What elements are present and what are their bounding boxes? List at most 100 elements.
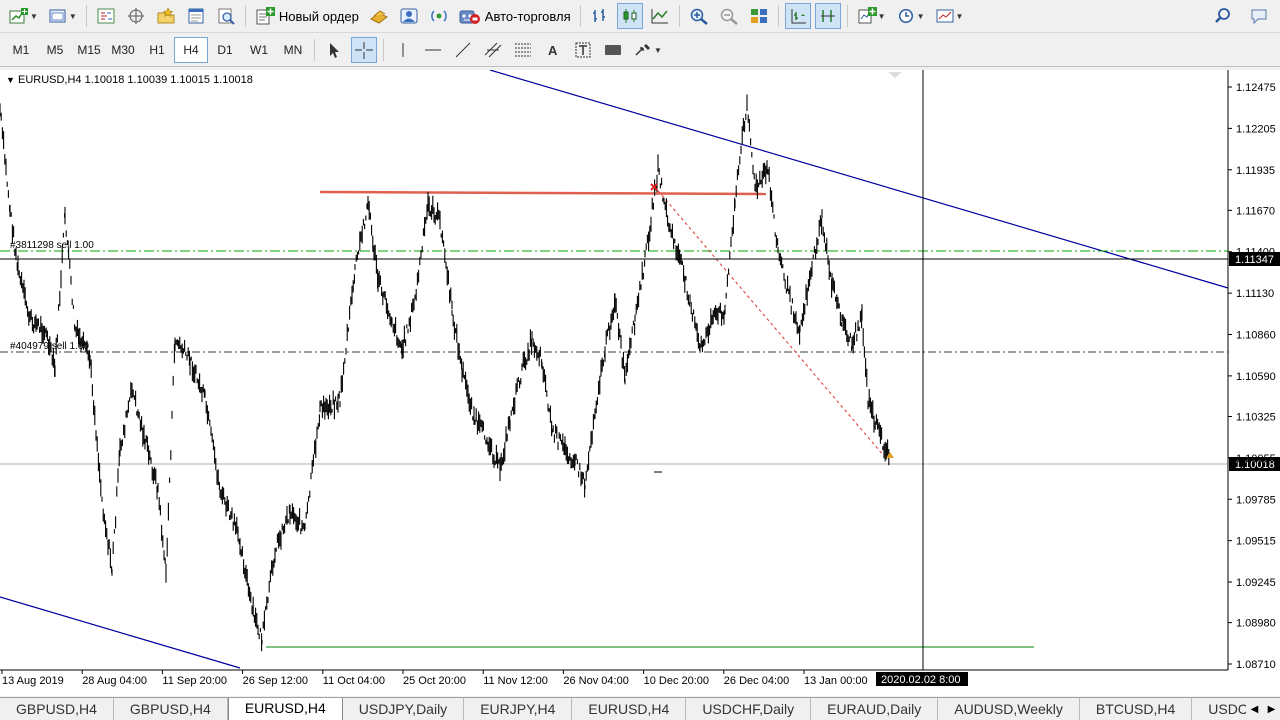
timeframe-h4[interactable]: H4	[174, 37, 208, 63]
channel-tool-button[interactable]	[480, 37, 506, 63]
market-watch-button[interactable]	[93, 3, 119, 29]
price-tick-label: 1.10325	[1236, 411, 1276, 423]
horizontal-line-icon	[425, 49, 441, 51]
chart-shift-button[interactable]	[814, 3, 841, 29]
time-tick-label: 26 Dec 04:00	[724, 675, 789, 687]
vertical-line-icon	[402, 43, 404, 57]
toolbar-separator	[777, 5, 779, 27]
toolbar-separator	[678, 5, 680, 27]
chevron-down-icon: ▼	[916, 11, 925, 21]
auto-scroll-button[interactable]	[784, 3, 811, 29]
text-label-tool-button[interactable]	[570, 37, 596, 63]
fibonacci-tool-button[interactable]	[510, 37, 536, 63]
chart-tab[interactable]: EURJPY,H4	[464, 698, 573, 720]
community-button[interactable]	[396, 3, 422, 29]
timeframe-w1[interactable]: W1	[242, 37, 276, 63]
chart-tab[interactable]: BTCUSD,H4	[1080, 698, 1193, 720]
price-tick-label: 1.12475	[1236, 82, 1276, 94]
arrow-label-tool-button[interactable]	[600, 37, 626, 63]
scroll-left-icon[interactable]: ◀	[1251, 704, 1259, 715]
signal-broadcast-icon	[430, 10, 447, 22]
tab-scroll-buttons[interactable]: ◀ ▶	[1246, 698, 1280, 720]
chart-tab[interactable]: USDJPY,Daily	[343, 698, 465, 720]
scroll-right-icon[interactable]: ▶	[1268, 704, 1276, 715]
price-tick-label: 1.09245	[1236, 577, 1276, 589]
price-tick-label: 1.08980	[1236, 618, 1276, 630]
toolbar-separator	[85, 5, 87, 27]
toolbar-separator	[383, 39, 384, 61]
time-tick-label: 10 Dec 20:00	[644, 675, 709, 687]
chart-tab[interactable]: GBPUSD,H4	[0, 698, 114, 720]
bar-chart-button[interactable]	[587, 3, 613, 29]
navigator-button[interactable]	[153, 3, 179, 29]
templates-button[interactable]: ▼	[932, 3, 967, 29]
collapse-triangle-icon[interactable]: ▼	[6, 75, 15, 85]
chart-tab[interactable]: EURUSD,H4	[572, 698, 687, 720]
chart-background	[0, 70, 1280, 696]
auto-trading-button[interactable]: Авто-торговля	[456, 3, 574, 29]
chart-window[interactable]: #3811298 sell 1.00 #404979 sell 1.00 1.11…	[0, 70, 1280, 696]
data-window-button[interactable]	[123, 3, 149, 29]
timeframe-mn[interactable]: MN	[276, 37, 310, 63]
chart-tab[interactable]: GBPUSD,H4	[114, 698, 228, 720]
rectangle-label-icon	[605, 45, 621, 55]
periods-button[interactable]: ▼	[893, 3, 928, 29]
text-label-icon	[575, 42, 591, 58]
chart-tabs: GBPUSD,H4 GBPUSD,H4 EURUSD,H4 USDJPY,Daily E…	[0, 697, 1280, 720]
chart-tab[interactable]: EURUSD,H4	[227, 698, 343, 720]
strategy-tester-button[interactable]	[213, 3, 239, 29]
metaeditor-button[interactable]	[366, 3, 392, 29]
search-button[interactable]	[1210, 3, 1236, 29]
chart-tab[interactable]: USDCHF,Daily	[686, 698, 812, 720]
chevron-down-icon: ▼	[654, 45, 662, 55]
zoom-out-icon	[720, 8, 738, 25]
timeframe-m30[interactable]: M30	[106, 37, 140, 63]
timeframe-m1[interactable]: M1	[4, 37, 38, 63]
trendline-tool-button[interactable]	[450, 37, 476, 63]
price-tick-label: 1.11670	[1236, 205, 1275, 217]
price-tick-label: 1.12205	[1236, 123, 1276, 135]
profiles-button[interactable]: ▼	[45, 3, 80, 29]
fibonacci-icon	[515, 43, 531, 57]
time-tick-label: 11 Oct 04:00	[323, 675, 385, 687]
time-tick-label: 13 Aug 2019	[2, 675, 64, 687]
timeframe-d1[interactable]: D1	[208, 37, 242, 63]
auto-trading-label: Авто-торговля	[484, 8, 571, 24]
vertical-line-tool-button[interactable]	[390, 37, 416, 63]
text-letter-icon: A	[548, 43, 558, 58]
crosshair-tool-button[interactable]	[351, 37, 377, 63]
time-tick-label: 26 Nov 04:00	[563, 675, 628, 687]
chart-tab[interactable]: AUDUSD,Weekly	[938, 698, 1080, 720]
indicators-button[interactable]: ▼	[854, 3, 889, 29]
chevron-down-icon: ▼	[877, 11, 886, 21]
crosshair-target-icon	[127, 8, 144, 24]
candlestick-chart-button[interactable]	[616, 3, 643, 29]
price-tick-label: 1.11130	[1236, 288, 1274, 300]
chart-tab[interactable]: EURAUD,Daily	[811, 698, 939, 720]
chat-button[interactable]	[1246, 3, 1272, 29]
arrows-icon	[635, 44, 650, 56]
line-chart-button[interactable]	[647, 3, 673, 29]
timeframe-m15[interactable]: M15	[72, 37, 106, 63]
new-chart-button[interactable]: ▼	[6, 3, 41, 29]
terminal-button[interactable]	[183, 3, 209, 29]
time-tick-label: 25 Oct 20:00	[403, 675, 466, 687]
cursor-tool-button[interactable]	[321, 37, 347, 63]
zoom-out-button[interactable]	[716, 3, 742, 29]
magnifier-document-icon	[218, 8, 235, 25]
new-order-button[interactable]: Новый ордер	[252, 3, 362, 29]
text-tool-button[interactable]: A	[540, 37, 566, 63]
timeframe-m5[interactable]: M5	[38, 37, 72, 63]
arrows-tool-button[interactable]: ▼	[630, 37, 665, 63]
bar-chart-icon	[592, 9, 605, 22]
horizontal-line-tool-button[interactable]	[420, 37, 446, 63]
price-chart[interactable]: #3811298 sell 1.00#404979 sell 1.00 1.11…	[0, 70, 1280, 696]
tile-windows-button[interactable]	[746, 3, 772, 29]
clock-icon	[898, 9, 913, 23]
new-chart-icon	[9, 8, 28, 24]
signals-button[interactable]	[426, 3, 452, 29]
chevron-down-icon: ▼	[30, 11, 38, 21]
zoom-in-button[interactable]	[686, 3, 712, 29]
template-icon	[936, 9, 953, 23]
timeframe-h1[interactable]: H1	[140, 37, 174, 63]
